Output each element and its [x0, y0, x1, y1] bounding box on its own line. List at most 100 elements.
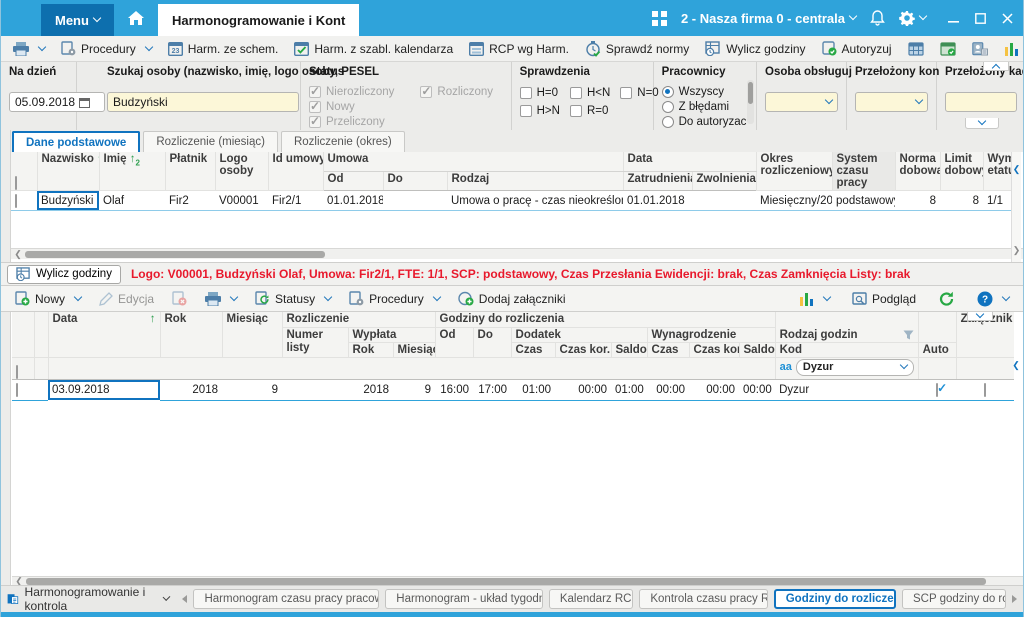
cell-nazwisko[interactable]: Budzyński — [37, 191, 99, 211]
module-selector[interactable]: Harmonogramowanie i kontrola — [7, 585, 176, 613]
status-nierozliczony-checkbox[interactable] — [309, 86, 321, 98]
hours-help-button[interactable]: ? — [971, 289, 1015, 309]
colgroup-rodzaj-godzin[interactable]: Rodzaj godzin — [775, 312, 918, 342]
col-dodatek-czas[interactable]: Czas — [511, 342, 555, 357]
osoba-dropdown[interactable] — [765, 92, 838, 112]
tabs-scroll-right[interactable] — [1012, 595, 1017, 603]
cell-od[interactable]: 16:00 — [435, 379, 473, 400]
kod-filter-dropdown[interactable]: Dyzur — [796, 359, 914, 376]
employee-row[interactable]: Budzyński Olaf Fir2 V00001 Fir2/1 01.01.… — [11, 191, 1013, 211]
expand-right-icon[interactable]: ❯ — [1013, 245, 1021, 256]
col-okres-rozliczeniowy[interactable]: Okres rozliczeniowy — [756, 152, 832, 191]
hours-column-collapse[interactable]: ❮ — [1011, 320, 1021, 410]
sprawdzenia-h0-checkbox[interactable] — [520, 87, 532, 99]
collapse-toolbar-button[interactable] — [983, 62, 1009, 71]
pracownicy-z-bledami-radio[interactable] — [662, 101, 674, 113]
col-rok[interactable]: Rok — [160, 312, 222, 357]
select-all-checkbox[interactable] — [15, 176, 17, 190]
cell-wym[interactable]: 1/1 — [983, 191, 1013, 211]
calendar-approve-button[interactable] — [934, 39, 962, 58]
hours-row[interactable]: 03.09.2018 2018 9 2018 9 16:00 17:00 01:… — [12, 379, 1014, 400]
status-przeliczony-checkbox[interactable] — [309, 116, 321, 128]
edycja-button[interactable]: Edycja — [93, 290, 160, 308]
col-platnik[interactable]: Płatnik — [165, 152, 215, 191]
settings-menu[interactable] — [899, 10, 926, 26]
col-dodatek-saldo[interactable]: Saldo — [611, 342, 647, 357]
row-checkbox[interactable] — [15, 194, 17, 208]
tab-rozliczenie-miesiac[interactable]: Rozliczenie (miesiąc) — [143, 131, 278, 152]
collapse-hours-toolbar-button[interactable] — [967, 312, 993, 321]
close-icon[interactable] — [1002, 13, 1013, 24]
sprawdzenia-hgtn-checkbox[interactable] — [520, 105, 532, 117]
bottom-tab-scp-godziny[interactable]: SCP godziny do rozl — [902, 589, 1006, 609]
collapse-filter-button[interactable] — [965, 118, 999, 129]
delete-button[interactable] — [166, 289, 193, 308]
harm-ze-schem-button[interactable]: 23 Harm. ze schem. — [162, 39, 285, 58]
print-button[interactable] — [7, 40, 51, 58]
calendar-icon[interactable] — [79, 97, 90, 108]
cell-do[interactable] — [383, 191, 447, 211]
row-checkbox[interactable] — [16, 383, 18, 397]
col-limit-dobowy[interactable]: Limit dobowy — [940, 152, 983, 191]
hours-procedury-button[interactable]: Procedury — [343, 289, 446, 308]
col-od[interactable]: Od — [435, 327, 473, 357]
cell-numer-listy[interactable] — [282, 379, 348, 400]
scroll-left-arrow[interactable]: ❮ — [11, 249, 25, 260]
employees-hscrollbar[interactable]: ❮ — [11, 248, 1024, 259]
chart-menu-button[interactable] — [998, 40, 1024, 58]
auto-checkbox[interactable] — [936, 383, 938, 397]
rcp-wg-harm-button[interactable]: RCP wg Harm. — [463, 39, 575, 58]
col-numer-listy[interactable]: Numer listy — [282, 327, 348, 357]
col-umowa-rodzaj[interactable]: Rodzaj — [447, 171, 623, 190]
maximize-icon[interactable] — [975, 13, 986, 24]
minimize-icon[interactable] — [948, 13, 959, 24]
cell-kod[interactable]: Dyzur — [775, 379, 918, 400]
podglad-button[interactable]: Podgląd — [846, 290, 922, 308]
autoryzuj-button[interactable]: Autoryzuj — [816, 39, 898, 58]
col-dodatek-czas-kor[interactable]: Czas kor. — [555, 342, 611, 357]
harm-z-szabl-button[interactable]: Harm. z szabl. kalendarza — [288, 39, 459, 58]
cell-data[interactable]: 03.09.2018 — [48, 379, 160, 400]
na-dzien-input[interactable]: 05.09.2018 — [9, 92, 105, 112]
col-data[interactable]: Data ↑ — [48, 312, 160, 357]
bottom-tab-kalendarz-rcp[interactable]: Kalendarz RCP — [549, 589, 634, 609]
cell-dodatek-czas-kor[interactable]: 00:00 — [555, 379, 611, 400]
col-id-umowy[interactable]: Id umowy — [268, 152, 323, 191]
col-auto[interactable]: Auto — [918, 342, 956, 357]
filter-funnel-icon[interactable] — [903, 330, 914, 340]
col-wyplata-rok[interactable]: Rok — [348, 342, 393, 357]
left-splitter[interactable] — [1, 130, 11, 585]
szukaj-input[interactable]: Budzyński — [107, 92, 299, 112]
collapse-left-icon[interactable]: ❮ — [1012, 360, 1020, 371]
bottom-tab-harmonogram-uklad-tygodniowy[interactable]: Harmonogram - układ tygodniowy — [385, 589, 543, 609]
sprawdz-normy-button[interactable]: Sprawdź normy — [579, 39, 695, 59]
calendar-grid-button[interactable] — [902, 39, 930, 58]
cell-zatrudnienia[interactable]: 01.01.2018 — [623, 191, 692, 211]
col-wym-etatu[interactable]: Wym etatu — [983, 152, 1013, 191]
cell-wyplata-miesiac[interactable]: 9 — [393, 379, 435, 400]
colgroup-umowa[interactable]: Umowa — [323, 152, 623, 171]
sprawdzenia-n0-checkbox[interactable] — [620, 87, 632, 99]
cell-dodatek-saldo[interactable]: 01:00 — [611, 379, 647, 400]
cell-norma[interactable]: 8 — [895, 191, 940, 211]
przelozony-kon-dropdown[interactable] — [855, 92, 928, 112]
cell-od[interactable]: 01.01.2018 — [323, 191, 383, 211]
col-nazwisko[interactable]: Nazwisko ↑1 — [37, 152, 99, 191]
col-wynagrodzenie-czas[interactable]: Czas — [647, 342, 689, 357]
col-wyplata-miesiac[interactable]: Miesiąc — [393, 342, 435, 357]
cell-okres[interactable]: Miesięczny/201 — [756, 191, 832, 211]
bottom-tab-godziny-do-rozliczenia[interactable]: Godziny do rozliczenia — [774, 589, 896, 609]
cell-wynagrodzenie-czas-kor[interactable]: 00:00 — [689, 379, 739, 400]
cell-dodatek-czas[interactable]: 01:00 — [511, 379, 555, 400]
cell-rok[interactable]: 2018 — [160, 379, 222, 400]
sprawdzenia-r0-checkbox[interactable] — [570, 105, 582, 117]
col-data-zwolnienia[interactable]: Zwolnienia — [692, 171, 756, 190]
tab-dane-podstawowe[interactable]: Dane podstawowe — [12, 131, 140, 152]
col-wynagrodzenie-czas-kor[interactable]: Czas kor. — [689, 342, 739, 357]
cell-rodzaj[interactable]: Umowa o pracę - czas nieokreślony — [447, 191, 623, 211]
colgroup-wynagrodzenie[interactable]: Wynagrodzenie — [647, 327, 775, 342]
bottom-tab-kontrola-czasu-pracy-rcp[interactable]: Kontrola czasu pracy RCP — [639, 589, 767, 609]
sprawdzenia-hltn-checkbox[interactable] — [570, 87, 582, 99]
hours-print-button[interactable] — [199, 290, 243, 308]
tab-rozliczenie-okres[interactable]: Rozliczenie (okres) — [281, 131, 405, 152]
